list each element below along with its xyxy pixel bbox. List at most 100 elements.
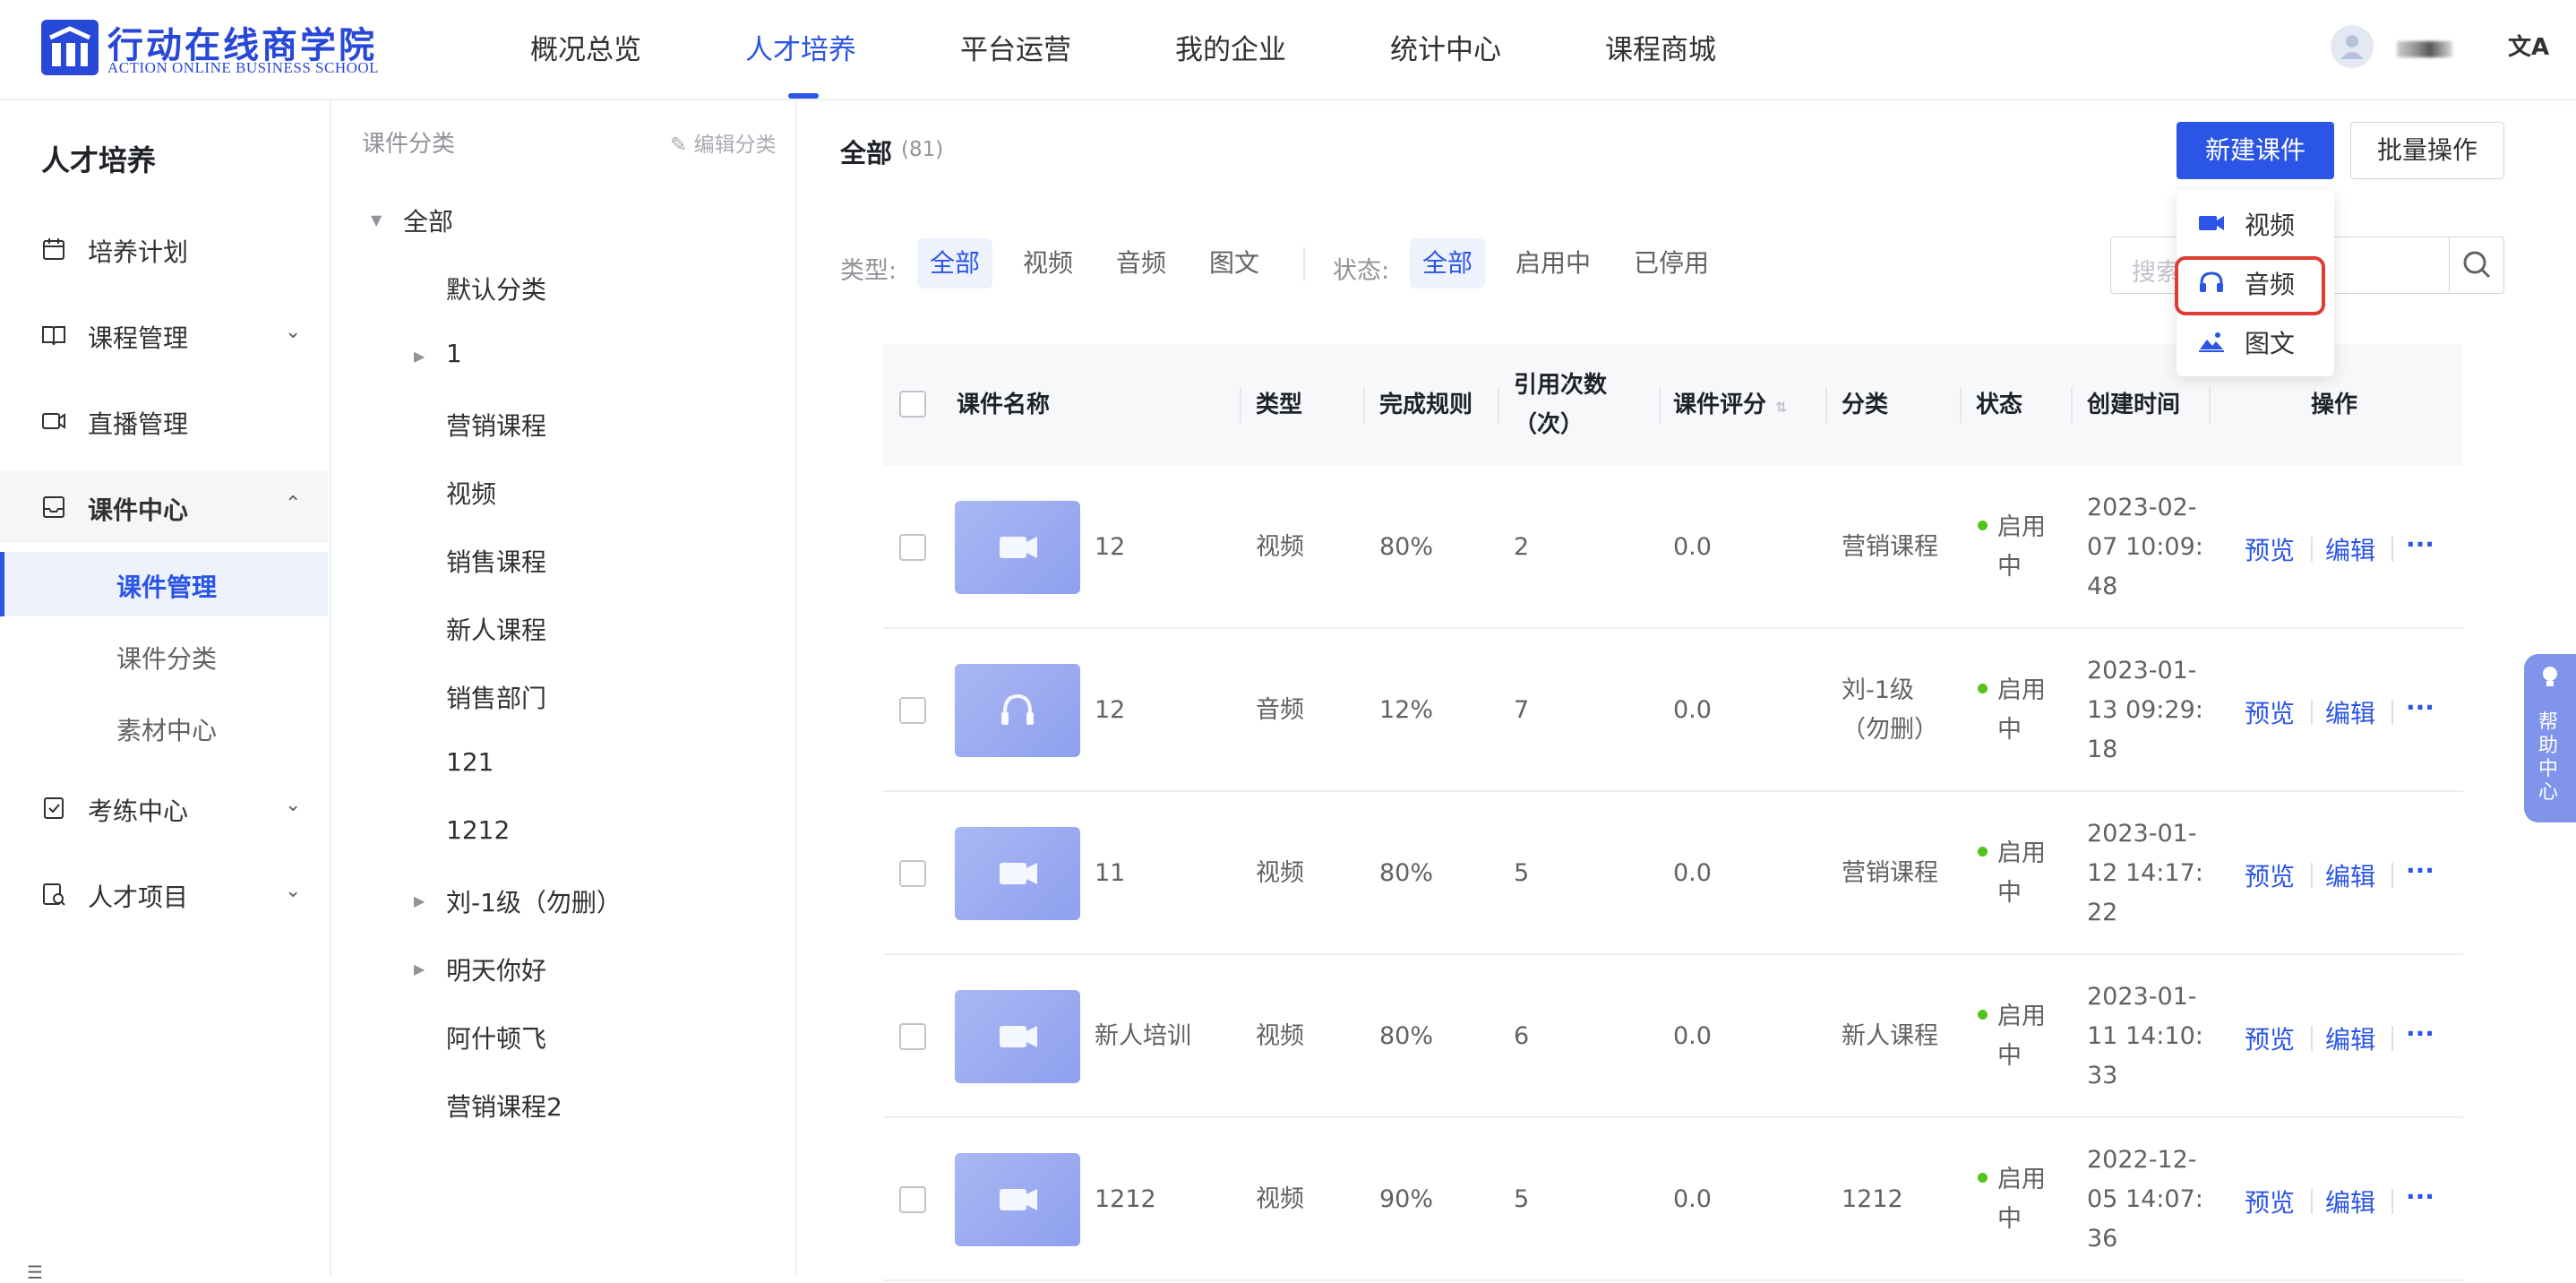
column-header-reference-count: 引用次数（次） (1514, 372, 1608, 438)
more-actions-button[interactable]: ··· (2406, 530, 2434, 559)
dropdown-item-label: 视频 (2245, 211, 2296, 240)
cell-completion-rule: 12% (1379, 696, 1434, 724)
video-camera-icon[interactable] (955, 1153, 1080, 1246)
status-filter-all[interactable]: 全部 (1410, 238, 1486, 288)
video-camera-icon[interactable] (955, 827, 1080, 920)
preview-link[interactable]: 预览 (2245, 857, 2295, 893)
type-filter-audio[interactable]: 音频 (1103, 238, 1179, 288)
sidebar-item-course-management[interactable]: 课程管理 ⌄ (0, 299, 328, 371)
cell-completion-rule: 90% (1379, 1185, 1434, 1213)
tree-node[interactable]: 默认分类 (446, 271, 546, 306)
row-checkbox[interactable] (899, 1186, 926, 1213)
preview-link[interactable]: 预览 (2245, 1184, 2295, 1219)
caret-right-icon[interactable]: ▶ (414, 960, 425, 977)
cell-category: 1212 (1842, 1185, 1903, 1213)
sidebar-item-courseware-center[interactable]: 课件中心 ⌃ (0, 471, 328, 543)
tree-node[interactable]: 营销课程2 (446, 1088, 562, 1124)
dropdown-item-graphic[interactable]: 图文 (2177, 312, 2334, 371)
column-separator (1240, 387, 1241, 423)
tree-node[interactable]: 视频 (446, 475, 496, 511)
sort-icon[interactable]: ⇅ (1775, 399, 1787, 416)
nav-my-company[interactable]: 我的企业 (1175, 27, 1286, 67)
tree-node[interactable]: 1 (446, 339, 462, 368)
collapse-menu-icon[interactable]: ☰ (27, 1261, 43, 1283)
row-checkbox[interactable] (899, 697, 926, 724)
cell-status: 启用中 (1997, 840, 2046, 907)
column-separator (1825, 387, 1827, 423)
caret-down-icon[interactable]: ▼ (371, 211, 382, 228)
cell-reference-count: 7 (1514, 696, 1530, 724)
tree-node[interactable]: 明天你好 (446, 951, 546, 987)
status-filter-disabled[interactable]: 已停用 (1621, 238, 1722, 288)
dropdown-item-video[interactable]: 视频 (2177, 194, 2334, 253)
tree-node[interactable]: 营销课程 (446, 407, 546, 443)
cell-created-time: 2023-01-12 14:17:22 (2087, 820, 2203, 926)
type-filter-all[interactable]: 全部 (917, 238, 993, 288)
status-filter-enabled[interactable]: 启用中 (1503, 238, 1603, 288)
column-separator (1659, 387, 1661, 423)
type-filter-video[interactable]: 视频 (1010, 238, 1086, 288)
dropdown-item-label: 图文 (2245, 329, 2296, 358)
sidebar-subitem-label: 素材中心 (116, 716, 218, 745)
user-name-masked[interactable] (2397, 41, 2452, 57)
caret-right-icon[interactable]: ▶ (414, 348, 425, 365)
column-header-score[interactable]: 课件评分 ⇅ (1673, 385, 1787, 427)
row-checkbox[interactable] (899, 1023, 926, 1050)
tree-node[interactable]: 销售部门 (446, 679, 546, 715)
type-filter-graphic[interactable]: 图文 (1197, 238, 1272, 288)
video-camera-icon[interactable] (955, 501, 1080, 594)
row-checkbox[interactable] (899, 534, 926, 561)
sidebar-item-exam-center[interactable]: 考练中心 ⌄ (0, 772, 328, 844)
more-actions-button[interactable]: ··· (2406, 856, 2434, 885)
more-actions-button[interactable]: ··· (2406, 1019, 2434, 1048)
column-header-type: 类型 (1256, 392, 1303, 418)
tree-node[interactable]: 新人课程 (446, 611, 546, 647)
tree-node[interactable]: 销售课程 (446, 543, 546, 579)
nav-course-mall[interactable]: 课程商城 (1605, 27, 1716, 67)
caret-right-icon[interactable]: ▶ (414, 892, 425, 909)
cell-type: 视频 (1256, 1185, 1304, 1213)
sidebar-item-live-management[interactable]: 直播管理 (0, 385, 328, 457)
sidebar-subitem-courseware-category[interactable]: 课件分类 (0, 624, 328, 688)
tree-node-root[interactable]: 全部 (403, 202, 453, 238)
sidebar-item-talent-project[interactable]: 人才项目 ⌄ (0, 858, 328, 930)
edit-link[interactable]: 编辑 (2325, 531, 2375, 567)
video-camera-icon[interactable] (955, 990, 1080, 1083)
edit-link[interactable]: 编辑 (2325, 1020, 2375, 1056)
edit-link[interactable]: 编辑 (2325, 857, 2375, 893)
more-actions-button[interactable]: ··· (2406, 693, 2434, 722)
nav-stats-center[interactable]: 统计中心 (1390, 27, 1501, 67)
batch-operation-button[interactable]: 批量操作 (2350, 122, 2504, 179)
sidebar-subitem-courseware-management[interactable]: 课件管理 (0, 552, 328, 616)
status-dot (1978, 1010, 1988, 1020)
edit-link[interactable]: 编辑 (2325, 694, 2375, 730)
tree-node[interactable]: 阿什顿飞 (446, 1020, 546, 1055)
column-header-completion-rule: 完成规则 (1379, 392, 1473, 418)
cell-status: 启用中 (1997, 676, 2046, 744)
row-checkbox[interactable] (899, 860, 926, 887)
search-button[interactable] (2449, 237, 2503, 292)
sidebar-subitem-material-center[interactable]: 素材中心 (0, 695, 328, 760)
new-courseware-button[interactable]: 新建课件 (2177, 122, 2334, 179)
column-separator (2209, 387, 2211, 423)
tree-node[interactable]: 1212 (446, 815, 510, 845)
translate-icon[interactable]: 文A (2508, 29, 2549, 62)
nav-talent-development[interactable]: 人才培养 (745, 27, 856, 67)
headphones-icon[interactable] (955, 664, 1080, 757)
edit-category-button[interactable]: ✎ 编辑分类 (670, 127, 777, 158)
select-all-checkbox[interactable] (899, 391, 926, 418)
sidebar-item-training-plan[interactable]: 培养计划 (0, 213, 328, 285)
edit-link[interactable]: 编辑 (2325, 1184, 2375, 1219)
tree-node[interactable]: 121 (446, 747, 494, 777)
nav-platform-ops[interactable]: 平台运营 (960, 27, 1071, 67)
tree-node[interactable]: 刘-1级（勿删） (446, 883, 622, 919)
more-actions-button[interactable]: ··· (2406, 1182, 2434, 1211)
preview-link[interactable]: 预览 (2245, 531, 2295, 567)
column-separator (2071, 387, 2073, 423)
lightbulb-icon (2543, 667, 2557, 686)
preview-link[interactable]: 预览 (2245, 1020, 2295, 1056)
preview-link[interactable]: 预览 (2245, 694, 2295, 730)
user-avatar-icon[interactable] (2331, 25, 2374, 68)
nav-overview[interactable]: 概况总览 (530, 27, 641, 67)
search-placeholder: 搜索 (2132, 259, 2180, 287)
